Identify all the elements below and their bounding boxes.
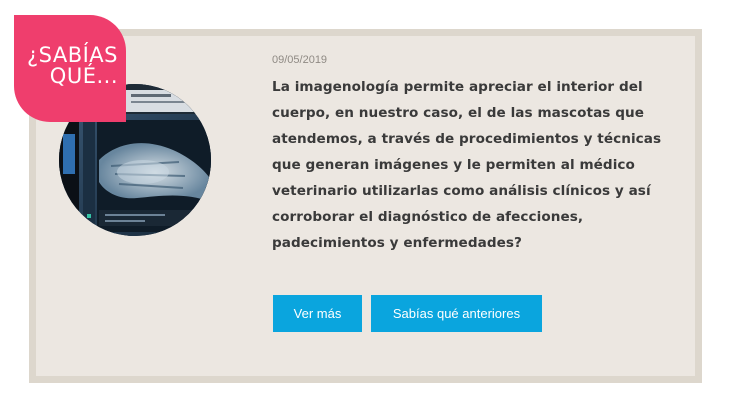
did-you-know-badge: ¿SABÍAS QUÉ...	[14, 15, 126, 122]
page: ¿SABÍAS QUÉ... 09/05/2019 La imagenologí…	[0, 0, 729, 406]
article-date: 09/05/2019	[272, 54, 328, 66]
see-more-button[interactable]: Ver más	[273, 295, 362, 332]
badge-line-2: QUÉ...	[49, 64, 118, 88]
article-content: 09/05/2019 La imagenología permite aprec…	[272, 54, 692, 256]
action-buttons: Ver más Sabías qué anteriores	[273, 295, 542, 332]
previous-articles-button[interactable]: Sabías qué anteriores	[371, 295, 542, 332]
article-text: La imagenología permite apreciar el inte…	[272, 79, 662, 251]
badge-line-1: ¿SABÍAS	[26, 43, 118, 67]
